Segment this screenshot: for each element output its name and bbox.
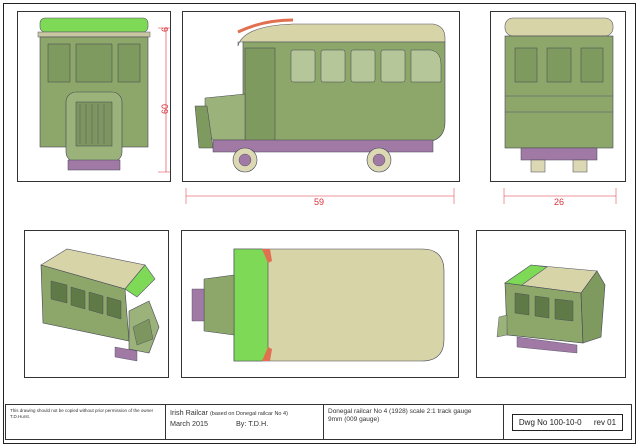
rear-width-dimension-line: 26 (503, 188, 617, 207)
revision: rev 01 (593, 417, 617, 427)
description-cell: Donegal railcar No 4 (1928) scale 2:1 tr… (324, 405, 504, 439)
project-title: Irish Railcar (170, 408, 208, 417)
iso-left-drawing (40, 248, 160, 362)
drawing-sheet: 60 6 59 26 (3, 3, 636, 444)
drawing-number-box: Dwg No 100-10-0 rev 01 (511, 413, 624, 431)
front-height-dimension: 60 (160, 104, 170, 114)
rear-view (490, 11, 626, 182)
title-block: This drawing should not be copied withou… (5, 404, 632, 440)
notice-text: This drawing should not be copied withou… (10, 408, 154, 419)
side-view (182, 11, 460, 182)
drawing-number-cell: Dwg No 100-10-0 rev 01 (504, 405, 631, 439)
front-view: 60 6 (17, 11, 171, 182)
rear-width-dimension: 26 (554, 197, 564, 207)
drawing-author: By: T.D.H. (235, 419, 269, 428)
drawing-date: March 2015 (170, 419, 208, 428)
iso-right-drawing (496, 264, 606, 354)
front-roof-dimension: 6 (160, 27, 170, 32)
drawing-number: Dwg No 100-10-0 (518, 417, 582, 427)
copyright-notice: This drawing should not be copied withou… (6, 405, 166, 439)
project-note: (based on Donegal railcar No 4) (209, 411, 288, 417)
top-view-drawing (191, 248, 445, 362)
description-line-2: 9mm (009 gauge) (328, 416, 380, 423)
front-view-drawing: 60 6 (37, 17, 170, 173)
iso-right-view (476, 230, 626, 378)
description-line-1: Donegal railcar No 4 (1928) scale 2:1 tr… (328, 408, 472, 415)
project-cell: Irish Railcar (based on Donegal railcar … (166, 405, 324, 439)
side-view-drawing (194, 18, 446, 173)
side-length-dimension: 59 (314, 197, 324, 207)
top-view (181, 230, 459, 378)
iso-left-view (24, 230, 169, 378)
rear-view-drawing (504, 17, 614, 173)
side-length-dimension-line: 59 (185, 188, 455, 207)
